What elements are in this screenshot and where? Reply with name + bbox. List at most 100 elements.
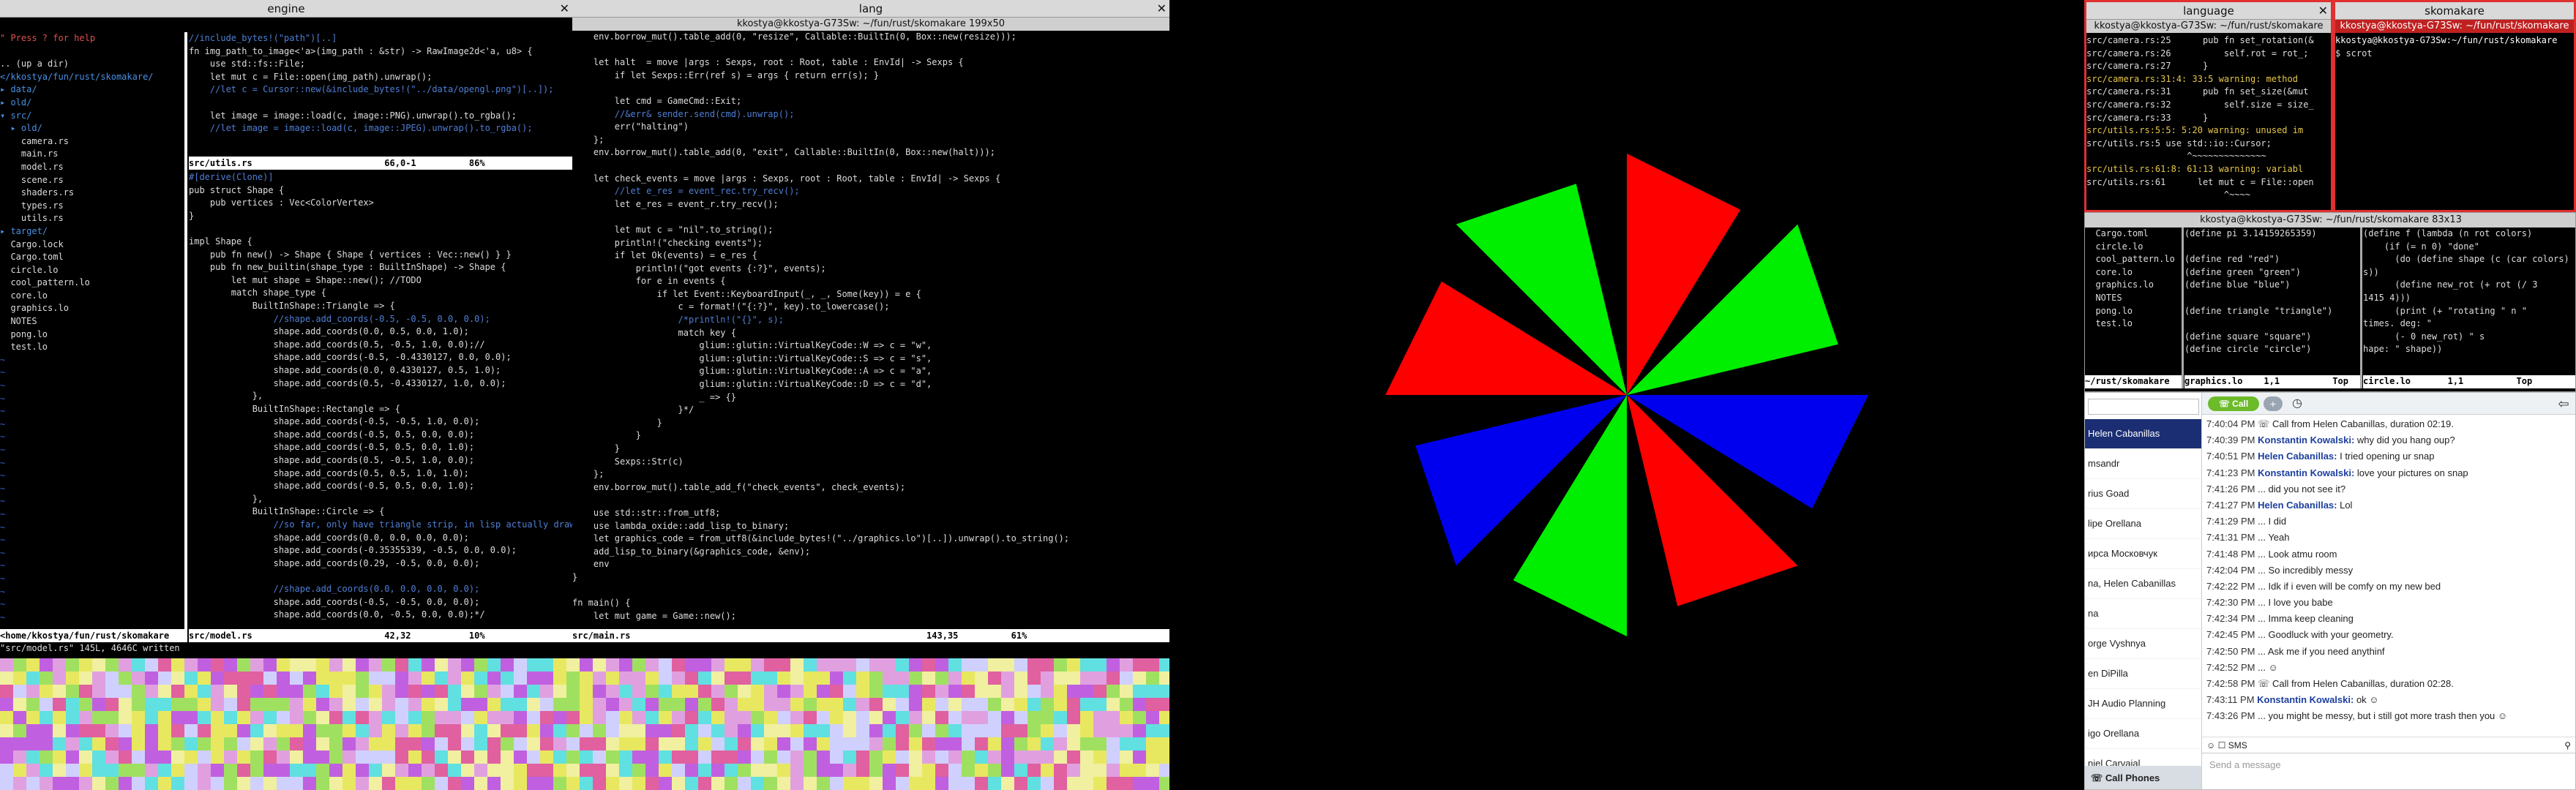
noise-cell (527, 672, 540, 685)
noise-cell (830, 672, 843, 685)
vertical-split[interactable] (2182, 227, 2184, 388)
noise-cell (250, 750, 263, 764)
contact-item[interactable]: Helen Cabanillas (2085, 419, 2201, 449)
call-button[interactable]: ☏ Call (2208, 396, 2259, 411)
close-icon[interactable]: ✕ (1157, 0, 1167, 17)
lang-titlebar[interactable]: lang ✕ (572, 0, 1169, 18)
nerdtree-pane[interactable]: " Press ? for help .. (up a dir) </kkostya… (0, 32, 184, 629)
code-line: ~ (0, 445, 6, 455)
back-arrow-icon[interactable]: ⇦ (2555, 395, 2572, 413)
send-message-field[interactable]: Send a message (2202, 753, 2575, 789)
noise-cell (896, 737, 909, 750)
close-icon[interactable]: ✕ (2318, 2, 2328, 19)
noise-cell (685, 711, 698, 724)
language-titlebar[interactable]: language ✕ (2086, 2, 2331, 20)
code-line: src/utils.rs:5 use std::io::Cursor; (2086, 138, 2272, 148)
message-text: ... Imma keep cleaning (2258, 613, 2354, 625)
add-participant-button[interactable]: + (2264, 396, 2283, 411)
noise-cell (830, 698, 843, 711)
noise-cell (527, 750, 540, 764)
chat-message: 7:41:29 PM ... I did (2202, 514, 2575, 530)
noise-cell (843, 685, 856, 698)
noise-cell (369, 658, 382, 672)
noise-cell (619, 658, 632, 672)
noise-cell (738, 672, 751, 685)
code-line: let mut c = "nil".to_string(); (572, 224, 774, 235)
vertical-split[interactable] (184, 32, 187, 642)
graphics-canvas[interactable] (1169, 0, 2084, 790)
contact-item[interactable]: en DiPilla (2085, 659, 2201, 689)
noise-cell (198, 724, 211, 737)
noise-cell (856, 658, 869, 672)
history-icon[interactable]: ◷ (2288, 395, 2306, 413)
noise-cell (817, 685, 830, 698)
noise-cell (1067, 658, 1080, 672)
contact-search[interactable] (2088, 399, 2199, 415)
noise-cell (1159, 764, 1169, 777)
code-line: ~ (0, 406, 6, 417)
language-terminal[interactable]: src/camera.rs:25 pub fn set_rotation(& sr… (2086, 34, 2331, 210)
noise-cell (751, 750, 764, 764)
contact-item[interactable]: lipe Orellana (2085, 509, 2201, 539)
noise-cell (566, 750, 580, 764)
noise-cell (369, 698, 382, 711)
noise-cell (645, 737, 659, 750)
contact-item[interactable]: niel Carvajal (2085, 749, 2201, 766)
message-history[interactable]: 7:40:04 PM ☏ Call from Helen Cabanillas,… (2202, 416, 2575, 737)
skomakare-terminal[interactable]: kkostya@kkostya-G73Sw:~/fun/rust/skomaka… (2335, 34, 2574, 210)
noise-cell (777, 764, 790, 777)
noise-cell (580, 711, 593, 724)
noise-cell (935, 672, 948, 685)
noise-cell (435, 777, 448, 790)
noise-cell (843, 711, 856, 724)
contact-item[interactable]: na (2085, 599, 2201, 629)
contact-item[interactable]: rius Goad (2085, 479, 2201, 509)
noise-cell (975, 658, 988, 672)
contact-item[interactable]: msandr (2085, 449, 2201, 479)
noise-cell (40, 698, 53, 711)
model-pane[interactable]: #[derive(Clone)] pub struct Shape { pub v… (189, 171, 572, 629)
noise-cell (527, 698, 540, 711)
code-line: if let Sexps::Err(ref s) = args { return… (572, 69, 880, 80)
contact-item[interactable]: igo Orellana (2085, 719, 2201, 749)
noise-cell (883, 658, 896, 672)
noise-cell (685, 672, 698, 685)
noise-cell (435, 737, 448, 750)
message-text: why did you hang oup? (2356, 434, 2455, 446)
circle-lo-pane[interactable]: (define f (lambda (n rot colors) (if (= … (2363, 227, 2575, 374)
noise-cell (1120, 672, 1133, 685)
code-line: pub fn new() -> Shape { Shape { vertices… (189, 249, 512, 260)
message-text: ... Look atmu room (2258, 548, 2337, 560)
noise-cell (1133, 698, 1146, 711)
utils-pane[interactable]: //include_bytes!("path")[..] fn img_path_… (189, 32, 572, 157)
engine-titlebar[interactable]: engine ✕ (0, 0, 572, 18)
contact-item[interactable]: orge Vyshnya (2085, 629, 2201, 659)
noise-cell (764, 658, 777, 672)
lisp-file-list[interactable]: Cargo.toml circle.lo cool_pattern.lo cor… (2085, 227, 2182, 374)
contact-item[interactable]: na, Helen Cabanillas (2085, 569, 2201, 599)
noise-cell (948, 698, 962, 711)
emoticon-icon[interactable]: ☺ (2202, 740, 2218, 750)
noise-cell (474, 698, 487, 711)
sms-checkbox[interactable]: ☐ (2218, 740, 2228, 750)
code-line: } (189, 210, 195, 221)
noise-cell (593, 711, 606, 724)
contact-item[interactable]: JH Audio Planning (2085, 689, 2201, 719)
main-rs-pane[interactable]: env.borrow_mut().table_add(0, "resize", … (572, 31, 1169, 629)
noise-cell (527, 777, 540, 790)
noise-cell (277, 672, 290, 685)
noise-cell (435, 724, 448, 737)
contact-item[interactable]: ирса Московчук (2085, 539, 2201, 569)
skomakare-titlebar[interactable]: skomakare (2335, 2, 2574, 20)
vertical-split[interactable] (2360, 227, 2362, 388)
noise-cell (606, 685, 619, 698)
noise-cell (540, 658, 553, 672)
code-line: ~ (0, 367, 6, 378)
call-phones-bar[interactable]: ☏ Call Phones (2085, 766, 2201, 789)
noise-cell (1014, 737, 1027, 750)
graphics-lo-pane[interactable]: (define pi 3.14159265359) (define red "re… (2184, 227, 2360, 374)
noise-cell (764, 724, 777, 737)
search-icon[interactable]: ⚲ (2564, 737, 2571, 753)
close-icon[interactable]: ✕ (560, 0, 569, 17)
